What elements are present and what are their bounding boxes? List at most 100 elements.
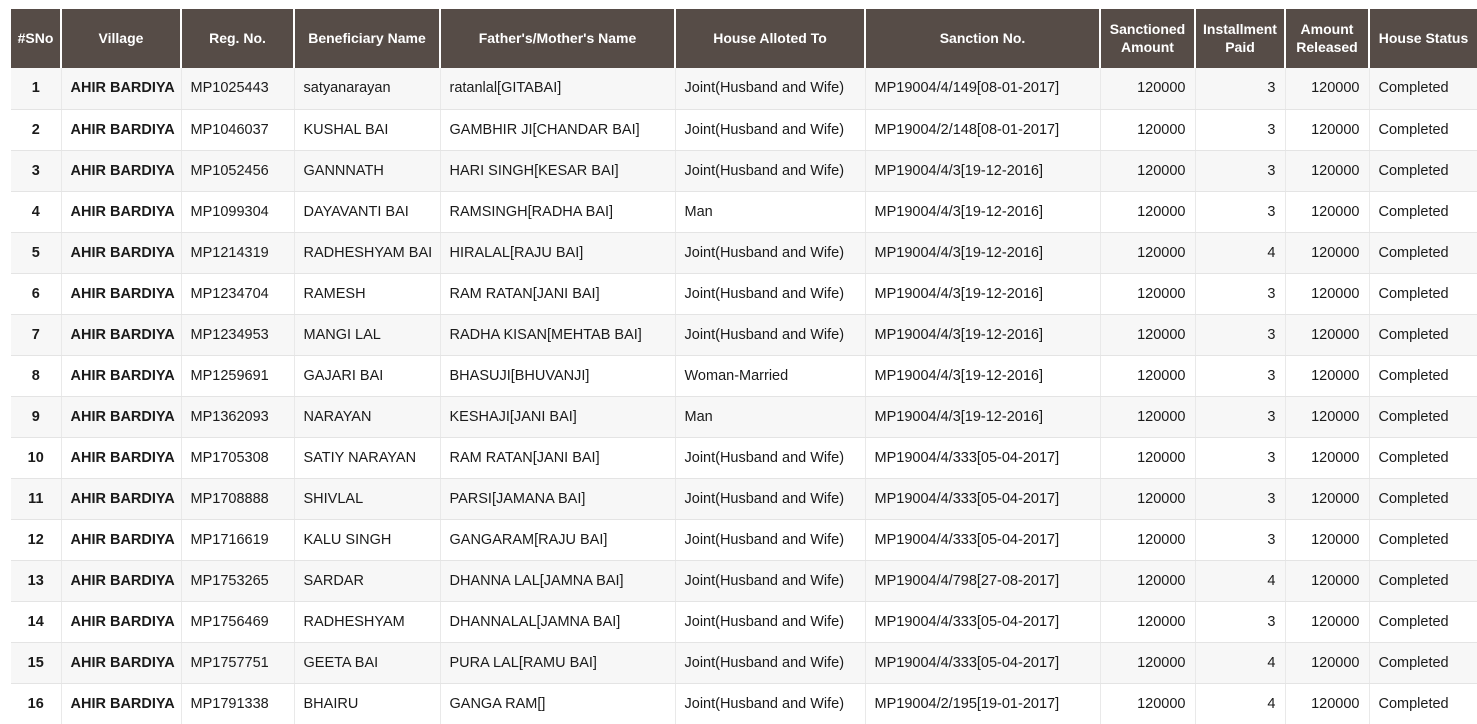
cell-parent-name: PURA LAL[RAMU BAI] [440,642,676,684]
cell-village: AHIR BARDIYA [61,232,182,274]
cell-village: AHIR BARDIYA [61,396,182,438]
table-row[interactable]: 10 AHIR BARDIYA MP1705308 SATIY NARAYAN RAM … [11,437,1477,479]
header-row: #SNo Village Reg. No. Beneficiary Name F… [11,9,1477,68]
cell-house-status: Completed [1369,642,1477,684]
table-row[interactable]: 3 AHIR BARDIYA MP1052456 GANNNATH HARI SINGH… [11,150,1477,192]
cell-house-alloted-to: Joint(Husband and Wife) [675,273,866,315]
cell-village: AHIR BARDIYA [61,355,182,397]
cell-parent-name: RADHA KISAN[MEHTAB BAI] [440,314,676,356]
cell-sno: 9 [11,396,62,438]
table-row[interactable]: 5 AHIR BARDIYA MP1214319 RADHESHYAM BAI HIRA… [11,232,1477,274]
cell-sanction-no: MP19004/4/3[19-12-2016] [865,355,1101,397]
cell-reg-no: MP1214319 [181,232,295,274]
cell-parent-name: DHANNALAL[JAMNA BAI] [440,601,676,643]
cell-installment-paid: 3 [1195,601,1286,643]
column-header-parent-name[interactable]: Father's/Mother's Name [440,9,676,68]
cell-installment-paid: 3 [1195,314,1286,356]
cell-sanction-no: MP19004/2/148[08-01-2017] [865,109,1101,151]
cell-sanction-no: MP19004/4/333[05-04-2017] [865,478,1101,520]
table-row[interactable]: 13 AHIR BARDIYA MP1753265 SARDAR DHANNA LAL[… [11,560,1477,602]
cell-sno: 8 [11,355,62,397]
cell-beneficiary-name: KALU SINGH [294,519,441,561]
cell-parent-name: BHASUJI[BHUVANJI] [440,355,676,397]
cell-reg-no: MP1757751 [181,642,295,684]
cell-amount-released: 120000 [1285,150,1370,192]
cell-beneficiary-name: KUSHAL BAI [294,109,441,151]
column-header-house-status[interactable]: House Status [1369,9,1477,68]
cell-house-alloted-to: Man [675,396,866,438]
column-header-sanctioned-amount[interactable]: Sanctioned Amount [1100,9,1196,68]
table-row[interactable]: 12 AHIR BARDIYA MP1716619 KALU SINGH GANGARA… [11,519,1477,561]
cell-sanctioned-amount: 120000 [1100,232,1196,274]
cell-sanction-no: MP19004/4/3[19-12-2016] [865,191,1101,233]
column-header-house-alloted-to[interactable]: House Alloted To [675,9,866,68]
table-row[interactable]: 8 AHIR BARDIYA MP1259691 GAJARI BAI BHASUJI[… [11,355,1477,397]
cell-village: AHIR BARDIYA [61,150,182,192]
cell-sno: 2 [11,109,62,151]
table-header: #SNo Village Reg. No. Beneficiary Name F… [11,9,1477,68]
cell-sanction-no: MP19004/4/149[08-01-2017] [865,68,1101,110]
cell-sanctioned-amount: 120000 [1100,150,1196,192]
column-header-installment-paid[interactable]: Installment Paid [1195,9,1286,68]
cell-installment-paid: 3 [1195,150,1286,192]
cell-installment-paid: 3 [1195,437,1286,479]
cell-sanctioned-amount: 120000 [1100,314,1196,356]
cell-parent-name: DHANNA LAL[JAMNA BAI] [440,560,676,602]
cell-house-status: Completed [1369,232,1477,274]
cell-sanctioned-amount: 120000 [1100,355,1196,397]
cell-house-status: Completed [1369,396,1477,438]
cell-installment-paid: 4 [1195,642,1286,684]
column-header-regno[interactable]: Reg. No. [181,9,295,68]
cell-sno: 12 [11,519,62,561]
cell-amount-released: 120000 [1285,314,1370,356]
cell-sanctioned-amount: 120000 [1100,601,1196,643]
table-row[interactable]: 6 AHIR BARDIYA MP1234704 RAMESH RAM RATAN[JA… [11,273,1477,315]
cell-beneficiary-name: BHAIRU [294,683,441,724]
cell-house-alloted-to: Joint(Husband and Wife) [675,314,866,356]
cell-reg-no: MP1234704 [181,273,295,315]
cell-village: AHIR BARDIYA [61,191,182,233]
cell-reg-no: MP1708888 [181,478,295,520]
cell-reg-no: MP1362093 [181,396,295,438]
cell-parent-name: GANGARAM[RAJU BAI] [440,519,676,561]
cell-beneficiary-name: SHIVLAL [294,478,441,520]
table-row[interactable]: 11 AHIR BARDIYA MP1708888 SHIVLAL PARSI[JAMA… [11,478,1477,520]
column-header-sanction-no[interactable]: Sanction No. [865,9,1101,68]
cell-installment-paid: 3 [1195,478,1286,520]
cell-parent-name: GANGA RAM[] [440,683,676,724]
cell-amount-released: 120000 [1285,355,1370,397]
cell-sanction-no: MP19004/4/3[19-12-2016] [865,150,1101,192]
cell-parent-name: ratanlal[GITABAI] [440,68,676,110]
cell-village: AHIR BARDIYA [61,478,182,520]
table-body: 1 AHIR BARDIYA MP1025443 satyanarayan ratanl… [11,68,1477,724]
cell-installment-paid: 4 [1195,683,1286,724]
cell-house-status: Completed [1369,478,1477,520]
table-row[interactable]: 9 AHIR BARDIYA MP1362093 NARAYAN KESHAJI[JAN… [11,396,1477,438]
table-row[interactable]: 15 AHIR BARDIYA MP1757751 GEETA BAI PURA LAL… [11,642,1477,684]
cell-parent-name: RAM RATAN[JANI BAI] [440,273,676,315]
cell-sanctioned-amount: 120000 [1100,437,1196,479]
table-row[interactable]: 4 AHIR BARDIYA MP1099304 DAYAVANTI BAI RAMSI… [11,191,1477,233]
column-header-village[interactable]: Village [61,9,182,68]
cell-installment-paid: 3 [1195,109,1286,151]
cell-beneficiary-name: satyanarayan [294,68,441,110]
cell-reg-no: MP1099304 [181,191,295,233]
column-header-amount-released[interactable]: Amount Released [1285,9,1370,68]
table-row[interactable]: 16 AHIR BARDIYA MP1791338 BHAIRU GANGA RAM[]… [11,683,1477,724]
table-row[interactable]: 14 AHIR BARDIYA MP1756469 RADHESHYAM DHANNAL… [11,601,1477,643]
cell-amount-released: 120000 [1285,437,1370,479]
cell-village: AHIR BARDIYA [61,642,182,684]
column-header-beneficiary-name[interactable]: Beneficiary Name [294,9,441,68]
cell-house-status: Completed [1369,437,1477,479]
table-row[interactable]: 1 AHIR BARDIYA MP1025443 satyanarayan ratanl… [11,68,1477,110]
table-row[interactable]: 7 AHIR BARDIYA MP1234953 MANGI LAL RADHA KIS… [11,314,1477,356]
cell-sanction-no: MP19004/4/333[05-04-2017] [865,437,1101,479]
table-row[interactable]: 2 AHIR BARDIYA MP1046037 KUSHAL BAI GAMBHIR … [11,109,1477,151]
cell-sno: 6 [11,273,62,315]
cell-house-status: Completed [1369,109,1477,151]
report-sheet: #SNo Village Reg. No. Beneficiary Name F… [0,0,1477,724]
cell-installment-paid: 3 [1195,191,1286,233]
cell-reg-no: MP1046037 [181,109,295,151]
column-header-sno[interactable]: #SNo [11,9,62,68]
cell-house-status: Completed [1369,150,1477,192]
